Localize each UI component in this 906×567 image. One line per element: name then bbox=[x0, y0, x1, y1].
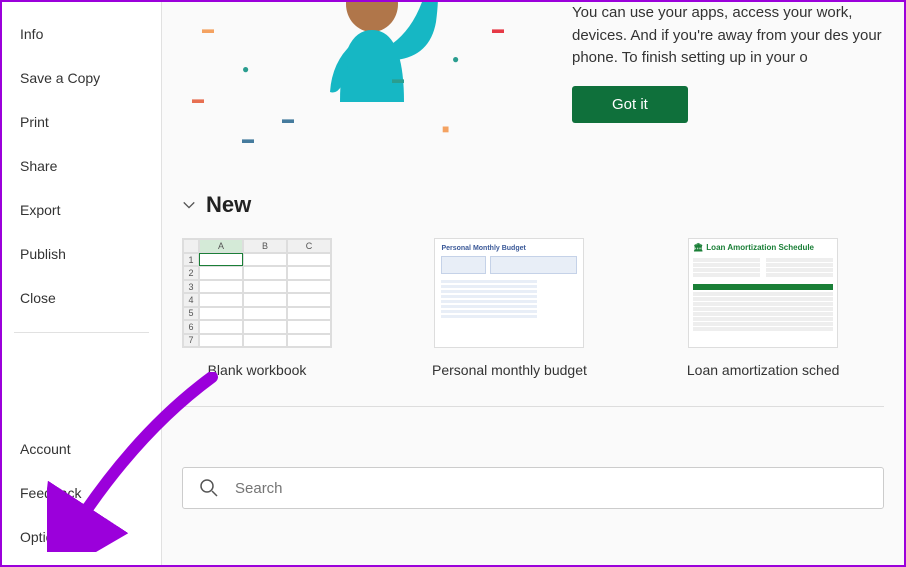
chevron-down-icon bbox=[182, 198, 196, 212]
sidebar-item-publish[interactable]: Publish bbox=[2, 232, 161, 276]
template-label: Blank workbook bbox=[208, 362, 307, 378]
hero-banner: ▬ ▬ ● ▬ ▬ ■ ● ▬ ▬ You can use your apps,… bbox=[182, 2, 904, 162]
search-input[interactable] bbox=[235, 480, 867, 497]
main-content: ▬ ▬ ● ▬ ▬ ■ ● ▬ ▬ You can use your apps,… bbox=[162, 2, 904, 565]
got-it-button[interactable]: Got it bbox=[572, 86, 688, 123]
new-section-title: New bbox=[206, 192, 251, 218]
template-loan-amortization[interactable]: 🏛Loan Amortization Schedule Loan amortiz… bbox=[687, 238, 840, 378]
sidebar-item-share[interactable]: Share bbox=[2, 144, 161, 188]
hero-description: You can use your apps, access your work,… bbox=[572, 2, 904, 70]
new-section-header[interactable]: New bbox=[182, 192, 904, 218]
template-blank-workbook[interactable]: A B C 1 2 3 4 5 6 7 Blank workbook bbox=[182, 238, 332, 378]
sidebar-item-print[interactable]: Print bbox=[2, 100, 161, 144]
sidebar-item-save-copy[interactable]: Save a Copy bbox=[2, 56, 161, 100]
hero-text-block: You can use your apps, access your work,… bbox=[572, 2, 904, 123]
section-divider bbox=[182, 406, 884, 407]
person-waving-illustration bbox=[292, 2, 452, 142]
sidebar-item-export[interactable]: Export bbox=[2, 188, 161, 232]
sidebar-item-close[interactable]: Close bbox=[2, 276, 161, 320]
templates-row: A B C 1 2 3 4 5 6 7 Blank workbook bbox=[182, 238, 904, 378]
hero-illustration: ▬ ▬ ● ▬ ▬ ■ ● ▬ ▬ bbox=[182, 2, 542, 162]
sidebar-item-account[interactable]: Account bbox=[2, 427, 161, 471]
blank-workbook-thumb: A B C 1 2 3 4 5 6 7 bbox=[182, 238, 332, 348]
sidebar: InfoSave a CopyPrintShareExportPublishCl… bbox=[2, 2, 162, 565]
template-label: Personal monthly budget bbox=[432, 362, 587, 378]
sidebar-divider bbox=[14, 332, 149, 333]
sidebar-item-feedback[interactable]: Feedback bbox=[2, 471, 161, 515]
loan-thumb: 🏛Loan Amortization Schedule bbox=[688, 238, 838, 348]
budget-thumb: Personal Monthly Budget bbox=[434, 238, 584, 348]
template-personal-monthly-budget[interactable]: Personal Monthly Budget Personal monthly… bbox=[432, 238, 587, 378]
search-icon bbox=[199, 478, 219, 498]
search-box[interactable] bbox=[182, 467, 884, 509]
template-label: Loan amortization sched bbox=[687, 362, 840, 378]
sidebar-item-options[interactable]: Options bbox=[2, 515, 161, 559]
sidebar-item-info[interactable]: Info bbox=[2, 12, 161, 56]
